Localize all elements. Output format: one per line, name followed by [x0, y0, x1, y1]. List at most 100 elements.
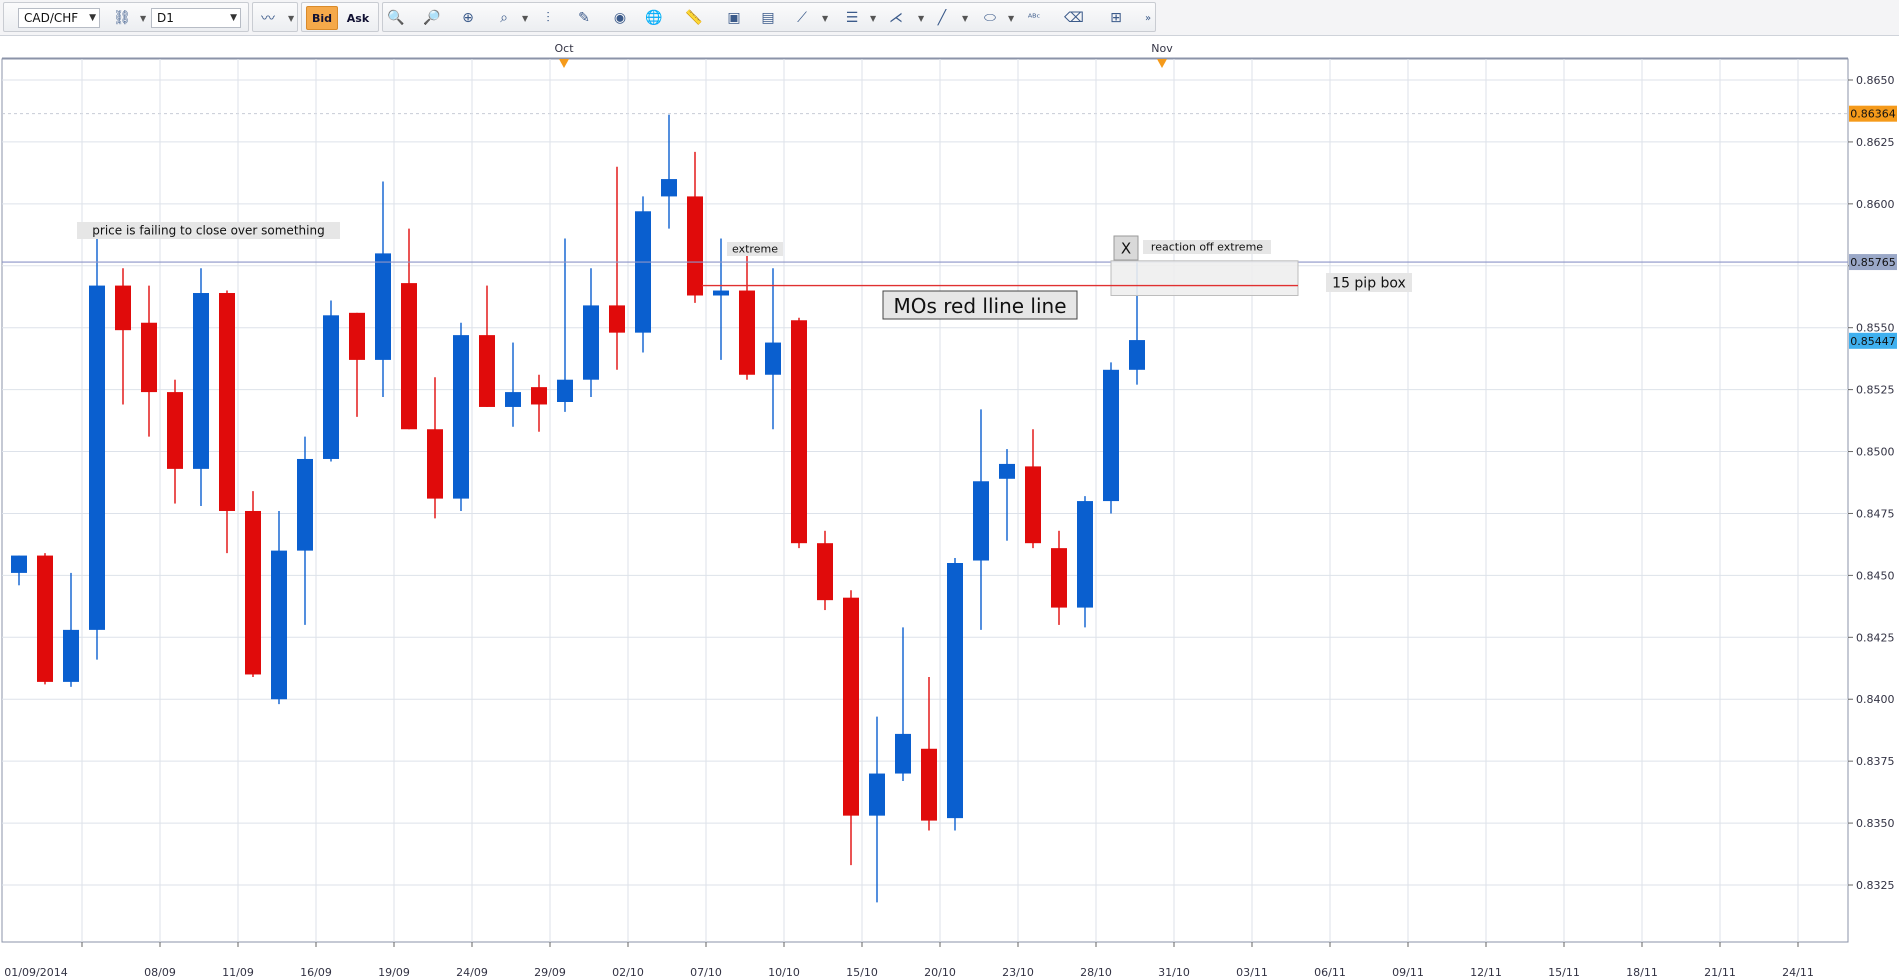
y-tick-label: 0.8625 — [1856, 136, 1895, 149]
zoom-in-icon[interactable]: 🔍 — [384, 6, 408, 30]
x-tick-label: 09/11 — [1392, 966, 1424, 978]
price-badge-hline: 0.85765 — [1850, 256, 1896, 269]
chart-type-icon[interactable]: 〰 — [256, 6, 280, 30]
chevron-down-icon[interactable]: ▼ — [522, 14, 528, 23]
toolbar-overflow-icon[interactable]: » — [1136, 6, 1160, 30]
candle-body — [271, 550, 287, 700]
candle-body — [869, 773, 885, 816]
image-icon[interactable]: ▣ — [722, 6, 746, 30]
chevron-down-icon: ▼ — [230, 13, 237, 23]
candle-body — [661, 179, 677, 197]
pip-box — [1110, 260, 1299, 296]
x-tick-label: 03/11 — [1236, 966, 1268, 978]
candle-body — [193, 293, 209, 469]
globe-icon[interactable]: 🌐 — [642, 6, 666, 30]
candlestick-chart[interactable]: price is failing to close over something… — [0, 36, 1899, 978]
x-tick-label: 23/10 — [1002, 966, 1034, 978]
candle-body — [479, 335, 495, 407]
y-tick-label: 0.8425 — [1856, 631, 1895, 644]
x-tick-label: 12/11 — [1470, 966, 1502, 978]
candle-body — [973, 481, 989, 561]
candle-body — [11, 555, 27, 573]
x-tick-label: 31/10 — [1158, 966, 1190, 978]
symbol-select[interactable]: CAD/CHF ▼ — [18, 8, 100, 28]
template-icon[interactable]: ▤ — [756, 6, 780, 30]
timeframe-value: D1 — [157, 11, 174, 25]
y-tick-label: 0.8550 — [1856, 322, 1895, 335]
zoom-area-icon[interactable]: ⌕ — [492, 6, 516, 30]
fan-tool-icon[interactable]: ⋌ — [884, 6, 908, 30]
x-tick-label: 24/09 — [456, 966, 488, 978]
candle-body — [297, 458, 313, 551]
candle-body — [37, 555, 53, 682]
y-tick-label: 0.8350 — [1856, 817, 1895, 830]
x-tick-label: 02/10 — [612, 966, 644, 978]
y-tick-label: 0.8600 — [1856, 198, 1895, 211]
eraser-icon[interactable]: ⌫ — [1062, 6, 1086, 30]
symbol-value: CAD/CHF — [24, 11, 79, 25]
candle-body — [531, 387, 547, 405]
hline-tool-icon[interactable]: ☰ — [840, 6, 864, 30]
month-label: Nov — [1151, 42, 1173, 55]
chevron-down-icon[interactable]: ▼ — [140, 14, 146, 23]
chart-toolbar: CAD/CHF ▼ ⛓ ▼ D1 ▼ 〰 ▼ Bid Ask 🔍 🔎 ⊕ ⌕ ▼ ⫶… — [0, 0, 1899, 36]
label-failing: price is failing to close over something — [92, 224, 324, 238]
text-tool-icon[interactable]: ᴬᴮᶜ — [1022, 6, 1046, 30]
candle-body — [921, 748, 937, 821]
eye-icon[interactable]: ◉ — [608, 6, 632, 30]
pen-tool-icon[interactable]: ╱ — [930, 6, 954, 30]
candle-body — [791, 320, 807, 544]
candle-body — [427, 429, 443, 499]
x-tick-label: 06/11 — [1314, 966, 1346, 978]
candle-body — [1077, 501, 1093, 608]
candle-body — [557, 379, 573, 402]
month-label: Oct — [554, 42, 574, 55]
price-badge-bid: 0.85447 — [1850, 335, 1896, 348]
price-badge-top: 0.86364 — [1850, 108, 1896, 121]
chevron-down-icon[interactable]: ▼ — [288, 14, 294, 23]
x-tick-label: 21/11 — [1704, 966, 1736, 978]
y-tick-label: 0.8325 — [1856, 879, 1895, 892]
candle-body — [635, 211, 651, 333]
candle-body — [219, 293, 235, 511]
ellipse-tool-icon[interactable]: ⬭ — [978, 6, 1002, 30]
ruler-icon[interactable]: 📏 — [682, 6, 706, 30]
label-extreme: extreme — [732, 243, 778, 256]
chart-background — [0, 36, 1899, 978]
candle-body — [739, 290, 755, 375]
candle-body — [141, 322, 157, 393]
label-x: X — [1121, 240, 1131, 258]
y-tick-label: 0.8400 — [1856, 693, 1895, 706]
indicator-icon[interactable]: ⫶ — [536, 6, 560, 30]
link-icon[interactable]: ⛓ — [110, 6, 134, 30]
candle-body — [375, 253, 391, 360]
candle-body — [687, 196, 703, 296]
chevron-down-icon[interactable]: ▼ — [962, 14, 968, 23]
candle-body — [505, 392, 521, 407]
x-tick-label: 15/10 — [846, 966, 878, 978]
ask-button[interactable]: Ask — [342, 6, 374, 30]
chevron-down-icon[interactable]: ▼ — [870, 14, 876, 23]
candle-body — [63, 629, 79, 682]
x-tick-label: 28/10 — [1080, 966, 1112, 978]
trendline-tool-icon[interactable]: ⟋ — [790, 6, 814, 30]
x-tick-label: 15/11 — [1548, 966, 1580, 978]
candle-body — [1103, 369, 1119, 502]
chevron-down-icon[interactable]: ▼ — [822, 14, 828, 23]
add-indicator-icon[interactable]: ✎ — [572, 6, 596, 30]
candle-body — [245, 510, 261, 675]
bid-button[interactable]: Bid — [306, 6, 338, 30]
chevron-down-icon[interactable]: ▼ — [918, 14, 924, 23]
x-tick-label: 20/10 — [924, 966, 956, 978]
timeframe-select[interactable]: D1 ▼ — [151, 8, 241, 28]
label-mos: MOs red lline line — [893, 294, 1066, 318]
objects-tree-icon[interactable]: ⊞ — [1104, 6, 1128, 30]
zoom-out-icon[interactable]: 🔎 — [420, 6, 444, 30]
candle-body — [609, 305, 625, 333]
zoom-cursor-icon[interactable]: ⊕ — [456, 6, 480, 30]
x-tick-label: 16/09 — [300, 966, 332, 978]
candle-body — [453, 335, 469, 499]
candle-body — [1129, 340, 1145, 370]
candle-body — [999, 463, 1015, 479]
chevron-down-icon[interactable]: ▼ — [1008, 14, 1014, 23]
